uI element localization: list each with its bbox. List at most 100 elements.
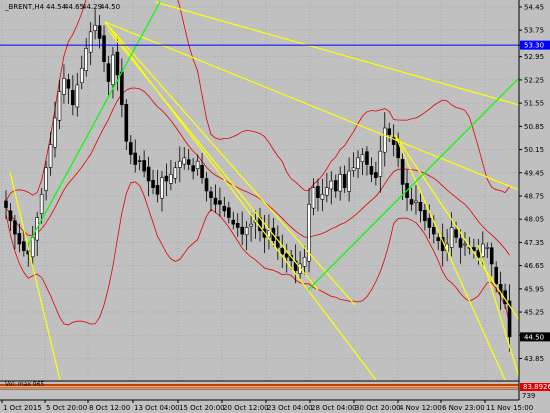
candle-body	[347, 170, 351, 192]
indicator-band	[0, 387, 519, 389]
candle-body	[106, 63, 111, 82]
candle-body	[489, 247, 494, 265]
candle-body	[4, 200, 8, 208]
candle-body	[151, 180, 155, 188]
candle-body	[302, 257, 307, 267]
candle-body	[79, 68, 84, 84]
candle-body	[316, 186, 320, 198]
candle-body	[400, 159, 405, 185]
y-tick-label: 47.35	[524, 239, 544, 247]
x-tick-label: 30 Oct 20:00	[355, 404, 401, 412]
candle-body	[235, 223, 240, 228]
candle-body	[142, 160, 146, 172]
x-tick-label: 1 Oct 2015	[3, 404, 42, 412]
indicator-value: 83.8926	[523, 383, 550, 391]
candle-body	[186, 159, 191, 165]
candle-body	[249, 223, 253, 227]
candle-body	[338, 174, 343, 192]
candle-body	[213, 197, 218, 205]
candle-body	[485, 247, 490, 249]
x-tick-label: 8 Oct 12:00	[89, 404, 130, 412]
candle-body	[369, 166, 374, 175]
candle-body	[414, 200, 418, 203]
y-tick-label: 50.85	[524, 123, 544, 131]
candle-body	[231, 219, 236, 225]
candle-body	[75, 84, 80, 108]
candle-body	[204, 178, 209, 192]
candle-body	[409, 199, 414, 205]
candle-body	[351, 167, 356, 171]
candle-body	[325, 187, 329, 196]
x-tick-label: 5 Oct 20:00	[46, 404, 87, 412]
candle-body	[84, 48, 89, 71]
y-tick-label: 49.45	[524, 169, 544, 177]
candle-body	[476, 250, 481, 258]
y-tick-label: 45.95	[524, 285, 544, 293]
candle-body	[240, 226, 244, 235]
candle-body	[44, 167, 48, 191]
candle-body	[227, 207, 231, 218]
candle-body	[160, 177, 164, 199]
candle-body	[39, 194, 44, 214]
candle-body	[30, 237, 35, 258]
candle-body	[209, 191, 213, 198]
candle-body	[137, 160, 142, 162]
y-tick-label: 43.85	[524, 355, 544, 363]
candle-body	[124, 104, 129, 142]
candle-body	[374, 172, 378, 179]
candle-body	[454, 229, 458, 238]
chart-title: _BRENT,H4	[4, 3, 45, 11]
candle-body	[418, 202, 423, 212]
candle-body	[71, 90, 75, 106]
candle-body	[48, 144, 53, 168]
candle-body	[120, 71, 124, 106]
indicator-background	[0, 381, 519, 400]
y-tick-label: 48.05	[524, 216, 544, 224]
candle-body	[115, 51, 120, 76]
candle-body	[267, 230, 271, 238]
candle-body	[436, 237, 441, 242]
candle-body	[57, 91, 62, 121]
candle-body	[382, 127, 387, 153]
candle-body	[458, 238, 463, 248]
candle-body	[146, 166, 151, 182]
indicator-bottom-value: 739	[522, 392, 535, 400]
candle-body	[66, 79, 71, 89]
indicator-band	[0, 384, 519, 386]
x-tick-label: 4 Nov 12:00	[399, 404, 442, 412]
candle-body	[173, 167, 178, 179]
y-tick-label: 50.15	[524, 146, 544, 154]
indicator-band	[0, 389, 519, 390]
candle-body	[431, 226, 436, 235]
candle-body	[182, 157, 187, 165]
candle-body	[195, 160, 200, 169]
candle-body	[320, 194, 325, 200]
candle-body	[128, 142, 133, 155]
candle-body	[88, 31, 93, 53]
candle-body	[8, 210, 13, 222]
candle-body	[463, 243, 467, 246]
candle-body	[494, 266, 498, 285]
candle-body	[17, 233, 22, 245]
candle-body	[360, 154, 365, 163]
chart-background	[0, 0, 550, 413]
candle-body	[311, 187, 316, 209]
candle-body	[423, 210, 427, 222]
candle-body	[222, 205, 227, 212]
candle-body	[191, 165, 195, 172]
price-axis	[519, 0, 550, 413]
candle-body	[329, 180, 334, 190]
candle-body	[356, 157, 360, 169]
candle-body	[22, 241, 26, 251]
svg-text:53.30: 53.30	[524, 42, 544, 50]
y-tick-label: 46.65	[524, 262, 544, 270]
candle-body	[200, 164, 204, 179]
candle-body	[97, 25, 102, 39]
candle-body	[133, 152, 138, 165]
x-tick-label: 11 Nov 15:00	[486, 404, 533, 412]
x-tick-label: 6 Nov 23:00	[442, 404, 485, 412]
y-tick-label: 52.95	[524, 53, 544, 61]
candle-body	[284, 253, 289, 258]
x-tick-label: 20 Oct 12:00	[223, 404, 269, 412]
candle-body	[427, 217, 432, 228]
